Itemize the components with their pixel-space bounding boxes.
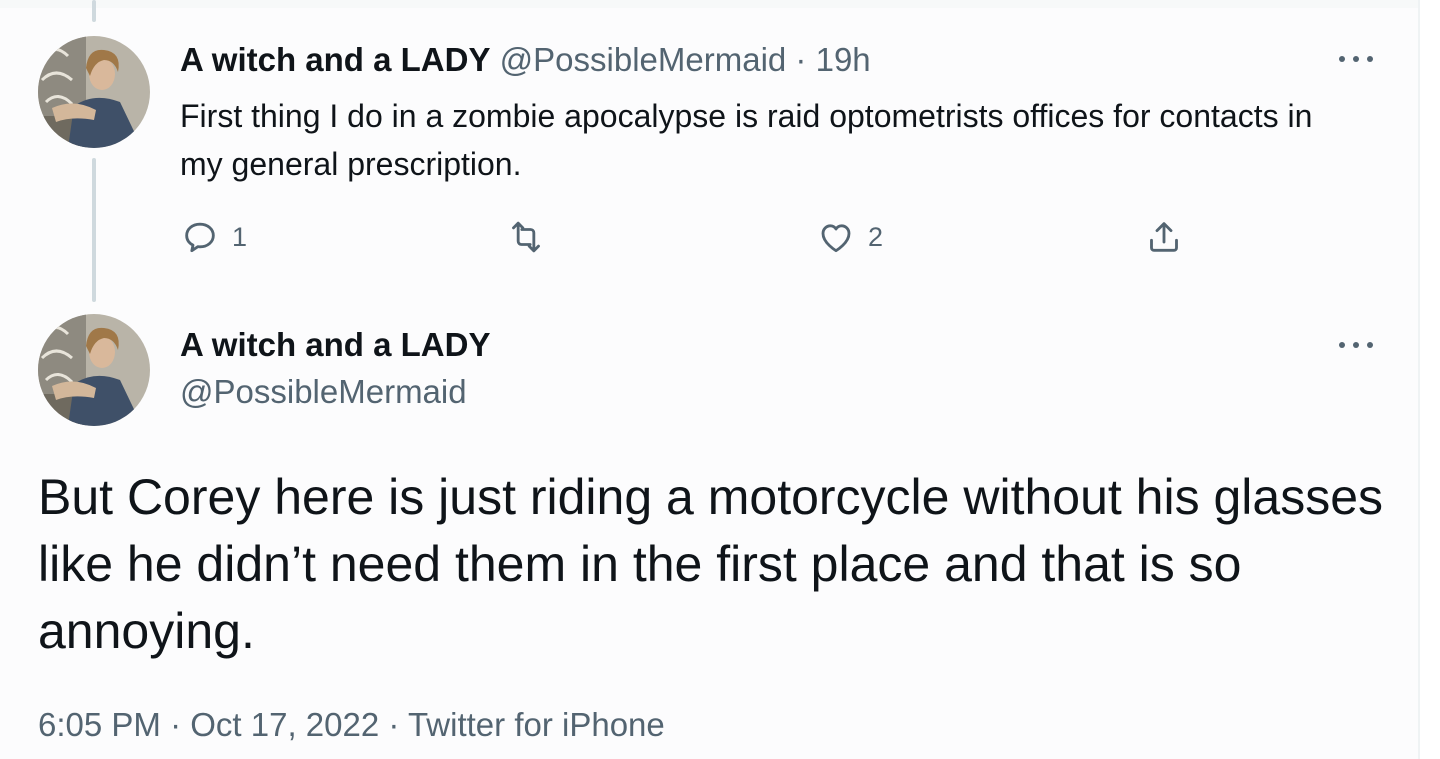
tweet-header: A witch and a LADY @PossibleMermaid · 19… bbox=[180, 40, 871, 80]
thread-connector-top bbox=[92, 0, 96, 22]
tweet-metadata: 6:05 PM · Oct 17, 2022 · Twitter for iPh… bbox=[38, 704, 665, 746]
top-divider bbox=[0, 0, 1418, 8]
meta-separator: · bbox=[388, 706, 400, 743]
more-options-button[interactable] bbox=[1334, 330, 1378, 360]
more-icon-dot bbox=[1353, 56, 1359, 62]
user-handle[interactable]: @PossibleMermaid bbox=[180, 372, 467, 412]
tweet-timestamp[interactable]: 19h bbox=[816, 41, 871, 78]
more-icon-dot bbox=[1367, 342, 1373, 348]
reply-icon bbox=[185, 222, 215, 253]
more-icon bbox=[1339, 56, 1345, 62]
display-name[interactable]: A witch and a LADY bbox=[180, 325, 490, 365]
meta-separator: · bbox=[795, 41, 807, 78]
tweet-text: First thing I do in a zombie apocalypse … bbox=[180, 98, 1313, 182]
more-icon-dot bbox=[1353, 342, 1359, 348]
more-icon-dot bbox=[1367, 56, 1373, 62]
tweet-date[interactable]: Oct 17, 2022 bbox=[190, 706, 379, 743]
share-icon bbox=[1150, 222, 1178, 252]
retweet-button[interactable] bbox=[506, 214, 558, 260]
meta-separator: · bbox=[170, 706, 182, 743]
tweet-time[interactable]: 6:05 PM bbox=[38, 706, 161, 743]
user-handle[interactable]: @PossibleMermaid bbox=[500, 41, 787, 78]
display-name[interactable]: A witch and a LADY bbox=[180, 41, 490, 78]
like-count: 2 bbox=[868, 221, 884, 252]
more-options-button[interactable] bbox=[1334, 44, 1378, 74]
reply-count: 1 bbox=[232, 221, 248, 252]
avatar-image bbox=[38, 314, 150, 426]
thread-connector bbox=[92, 158, 96, 302]
avatar[interactable] bbox=[38, 314, 150, 426]
like-icon bbox=[821, 224, 851, 253]
tweet-source[interactable]: Twitter for iPhone bbox=[408, 706, 665, 743]
tweet-text: But Corey here is just riding a motorcyc… bbox=[38, 469, 1384, 659]
more-icon bbox=[1339, 342, 1345, 348]
share-button[interactable] bbox=[1144, 214, 1184, 260]
avatar[interactable] bbox=[38, 36, 150, 148]
reply-button[interactable]: 1 bbox=[180, 214, 247, 260]
retweet-icon bbox=[512, 221, 540, 253]
like-button[interactable]: 2 bbox=[816, 214, 883, 260]
page-gutter bbox=[1420, 0, 1440, 759]
avatar-image bbox=[38, 36, 150, 148]
